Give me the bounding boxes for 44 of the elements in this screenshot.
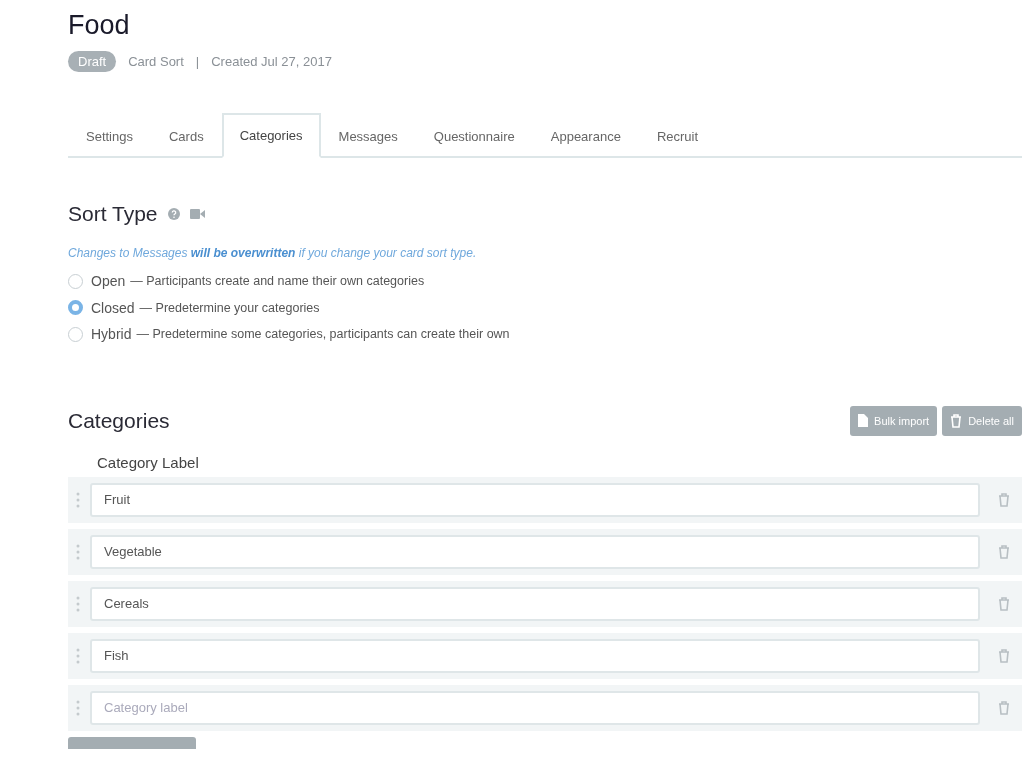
tab[interactable]: Messages	[320, 113, 416, 158]
warning-notice: Changes to Messages will be overwritten if you change your card sort type.	[68, 246, 478, 260]
help-icon[interactable]	[167, 208, 180, 220]
tab[interactable]: Settings	[68, 113, 151, 158]
trash-icon	[950, 413, 963, 428]
document-icon	[858, 414, 869, 427]
option-description: — Predetermine your categories	[139, 300, 320, 315]
radio-button[interactable]	[68, 326, 83, 342]
option-label: Closed	[91, 299, 135, 316]
category-input[interactable]: Fish	[90, 638, 980, 673]
drag-handle-icon[interactable]	[76, 699, 80, 716]
category-input[interactable]: Fruit	[90, 482, 980, 517]
tab[interactable]: Appearance	[532, 113, 639, 158]
created-date: Created Jul 27, 2017	[211, 54, 332, 69]
category-input[interactable]: Category label	[90, 690, 980, 725]
section-heading: Categories	[68, 408, 170, 433]
delete-icon[interactable]	[998, 648, 1010, 663]
drag-handle-icon[interactable]	[76, 647, 80, 664]
drag-handle-icon[interactable]	[76, 543, 80, 560]
column-label: Category Label	[97, 453, 200, 471]
tab[interactable]: Questionnaire	[415, 113, 533, 158]
option-label: Hybrid	[91, 326, 132, 343]
page-title: Food	[68, 9, 131, 42]
video-icon[interactable]	[189, 209, 205, 219]
drag-handle-icon[interactable]	[76, 491, 80, 508]
delete-icon[interactable]	[998, 492, 1010, 507]
radio-button[interactable]	[68, 300, 83, 316]
option-label: Open	[91, 273, 126, 290]
tab[interactable]: Recruit	[638, 113, 717, 158]
drag-handle-icon[interactable]	[76, 595, 80, 612]
section-heading: Sort Type	[68, 202, 158, 226]
tab[interactable]: Cards	[151, 113, 222, 158]
option-description: — Predetermine some categories, participants can create their own	[136, 327, 510, 342]
radio-button[interactable]	[68, 273, 83, 289]
category-input[interactable]: Vegetable	[90, 534, 980, 569]
status-badge: Draft	[68, 51, 117, 72]
delete-icon[interactable]	[998, 544, 1010, 559]
delete-icon[interactable]	[998, 700, 1010, 715]
option-description: — Participants create and name their own categories	[130, 274, 425, 289]
delete-icon[interactable]	[998, 596, 1010, 611]
study-type: Card Sort	[128, 54, 184, 69]
meta-separator: |	[195, 54, 200, 69]
category-input[interactable]: Cereals	[90, 586, 980, 621]
tab[interactable]: Categories	[221, 113, 321, 158]
